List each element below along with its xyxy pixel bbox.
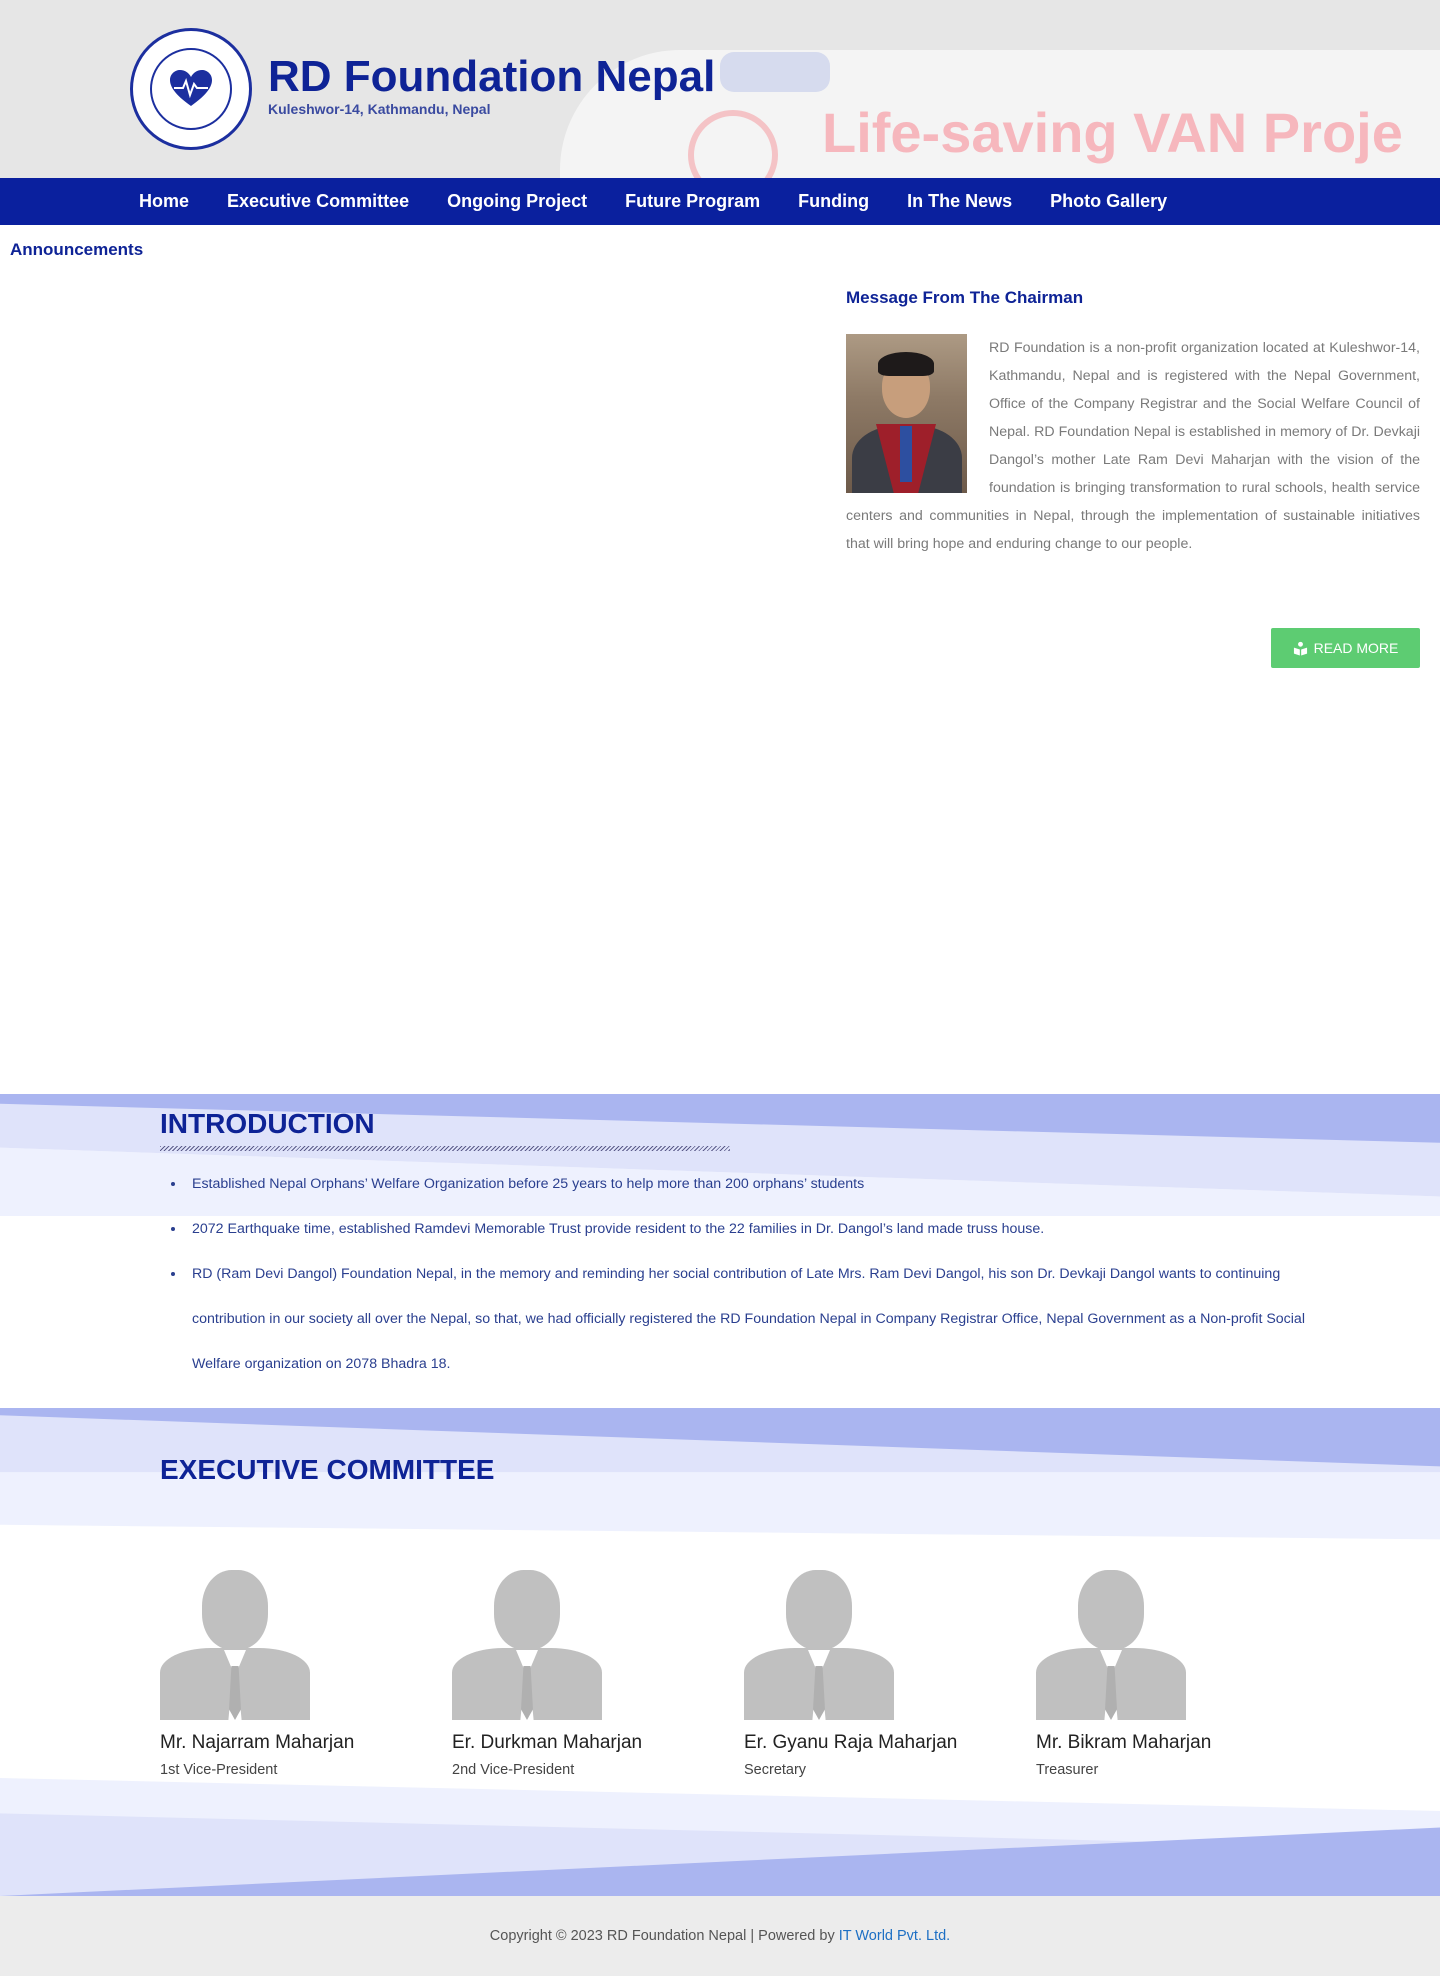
introduction-section: INTRODUCTION Established Nepal Orphans’ …	[0, 1094, 1440, 1408]
executive-committee-heading: EXECUTIVE COMMITTEE	[160, 1454, 495, 1485]
nav-item-home[interactable]: Home	[120, 191, 208, 212]
avatar	[452, 1570, 602, 1720]
member-name: Er. Durkman Maharjan	[452, 1732, 643, 1753]
site-header: Life-saving VAN Proje RD Foundation Nepa…	[0, 0, 1440, 178]
site-logo[interactable]	[130, 28, 252, 150]
header-banner-text: Life-saving VAN Proje	[822, 101, 1403, 164]
nav-item-funding[interactable]: Funding	[779, 191, 888, 212]
heading-underline-divider	[160, 1146, 730, 1151]
site-title[interactable]: RD Foundation Nepal	[268, 52, 715, 102]
read-more-label: READ MORE	[1313, 640, 1399, 656]
heart-pulse-icon	[170, 70, 212, 106]
member-name: Er. Gyanu Raja Maharjan	[744, 1732, 958, 1753]
introduction-list: Established Nepal Orphans’ Welfare Organ…	[186, 1162, 1306, 1387]
nav-item-future-program[interactable]: Future Program	[606, 191, 779, 212]
chairman-message-body: RD Foundation is a non-profit organizati…	[846, 334, 1420, 558]
avatar	[160, 1570, 310, 1720]
introduction-heading: INTRODUCTION	[160, 1108, 375, 1139]
member-role: 2nd Vice-President	[452, 1762, 575, 1778]
list-item: Established Nepal Orphans’ Welfare Organ…	[186, 1162, 1306, 1207]
nav-item-ongoing-project[interactable]: Ongoing Project	[428, 191, 606, 212]
nav-item-photo-gallery[interactable]: Photo Gallery	[1031, 191, 1186, 212]
member-name: Mr. Najarram Maharjan	[160, 1732, 355, 1753]
member-card: Er. Gyanu Raja Maharjan Secretary	[744, 1570, 1036, 1778]
member-card: Er. Durkman Maharjan 2nd Vice-President	[452, 1570, 744, 1778]
copyright-text: Copyright © 2023 RD Foundation Nepal | P…	[489, 1928, 835, 1944]
member-card: Mr. Bikram Maharjan Treasurer	[1036, 1570, 1328, 1778]
list-item: RD (Ram Devi Dangol) Foundation Nepal, i…	[186, 1252, 1306, 1387]
avatar	[744, 1570, 894, 1720]
chairman-message-heading: Message From The Chairman	[846, 288, 1084, 307]
member-card: Mr. Najarram Maharjan 1st Vice-President	[160, 1570, 452, 1778]
nav-item-executive-committee[interactable]: Executive Committee	[208, 191, 428, 212]
powered-by-link[interactable]: IT World Pvt. Ltd.	[839, 1928, 950, 1944]
site-address: Kuleshwor-14, Kathmandu, Nepal	[268, 101, 491, 117]
site-footer: Copyright © 2023 RD Foundation Nepal | P…	[0, 1896, 1440, 1976]
main-navigation: Home Executive Committee Ongoing Project…	[0, 178, 1440, 225]
announcements-heading: Announcements	[10, 240, 144, 259]
nav-item-in-the-news[interactable]: In The News	[888, 191, 1031, 212]
book-reader-icon	[1293, 641, 1307, 656]
member-role: 1st Vice-President	[160, 1762, 278, 1778]
executive-committee-section: EXECUTIVE COMMITTEE Mr. Najarram Maharja…	[0, 1408, 1440, 1896]
logo-emblem	[150, 48, 232, 130]
committee-members-list: Mr. Najarram Maharjan 1st Vice-President…	[160, 1570, 1360, 1778]
header-background-light	[720, 52, 830, 92]
list-item: 2072 Earthquake time, established Ramdev…	[186, 1207, 1306, 1252]
member-role: Secretary	[744, 1762, 807, 1778]
member-name: Mr. Bikram Maharjan	[1036, 1732, 1212, 1753]
avatar	[1036, 1570, 1186, 1720]
read-more-button[interactable]: READ MORE	[1271, 628, 1420, 668]
member-role: Treasurer	[1036, 1762, 1099, 1778]
